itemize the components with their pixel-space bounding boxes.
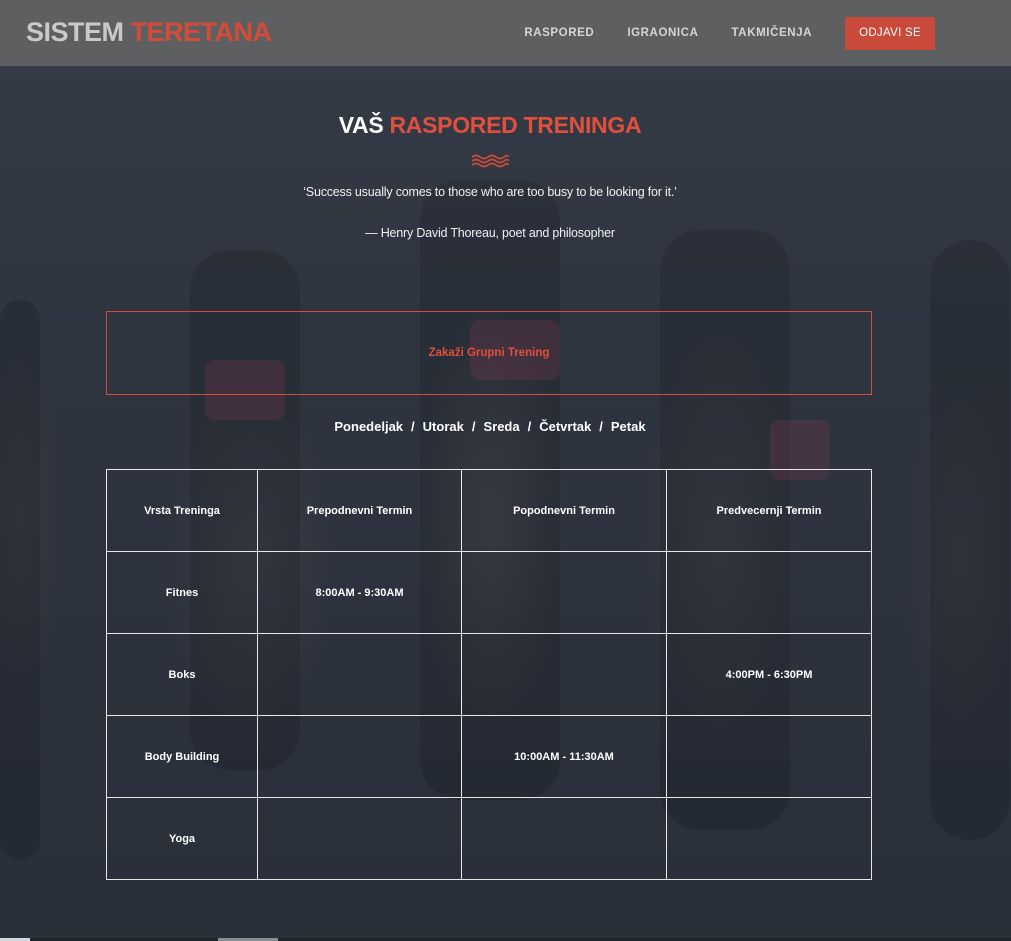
top-navbar: SISTEM TERETANA RASPORED IGRAONICA TAKMI… [0, 0, 1011, 66]
logo-text-primary: SISTEM [26, 17, 124, 47]
table-cell-time [461, 633, 667, 716]
table-cell-time [257, 797, 462, 880]
column-header-training-type: Vrsta Treninga [106, 469, 258, 552]
wave-divider-icon [471, 154, 509, 168]
quote-text: ‘Success usually comes to those who are … [303, 185, 677, 199]
nav-takmicenja[interactable]: TAKMIČENJA [732, 27, 813, 39]
title-white: VAŠ [338, 112, 384, 138]
table-cell-time [461, 551, 667, 634]
main-nav: RASPORED IGRAONICA TAKMIČENJA ODJAVI SE [524, 0, 935, 66]
table-cell-training-type: Fitnes [106, 551, 258, 634]
table-cell-time [257, 633, 462, 716]
table-cell-time: 4:00PM - 6:30PM [666, 633, 872, 716]
table-cell-time [257, 715, 462, 798]
logout-button[interactable]: ODJAVI SE [845, 16, 935, 50]
page-title: VAŠ RASPORED TRENINGA [0, 110, 980, 140]
column-header-morning: Prepodnevni Termin [257, 469, 462, 552]
schedule-table: Vrsta Treninga Prepodnevni Termin Popodn… [106, 469, 872, 880]
day-separator: / [527, 419, 532, 434]
table-cell-training-type: Boks [106, 633, 258, 716]
table-header-row: Vrsta Treninga Prepodnevni Termin Popodn… [106, 469, 872, 552]
day-selector: Ponedeljak / Utorak / Sreda / Četvrtak / Petak [0, 419, 980, 434]
logo-text-accent: TERETANA [130, 17, 273, 47]
quote-author: — Henry David Thoreau, poet and philosop… [365, 226, 615, 240]
nav-igraonica[interactable]: IGRAONICA [627, 27, 698, 39]
column-header-evening: Predvecernji Termin [666, 469, 872, 552]
table-row: Fitnes 8:00AM - 9:30AM [106, 551, 872, 634]
table-cell-time [666, 797, 872, 880]
site-logo[interactable]: SISTEM TERETANA [26, 15, 272, 49]
table-cell-time [461, 797, 667, 880]
table-cell-training-type: Body Building [106, 715, 258, 798]
day-separator: / [471, 419, 476, 434]
table-cell-time [666, 551, 872, 634]
book-group-training-button[interactable]: Zakaži Grupni Trening [106, 311, 872, 395]
table-cell-training-type: Yoga [106, 797, 258, 880]
day-utorak[interactable]: Utorak [423, 419, 464, 434]
table-cell-time [666, 715, 872, 798]
bg-figure [930, 240, 1010, 840]
book-group-training-label: Zakaži Grupni Trening [428, 347, 550, 359]
day-cetvrtak[interactable]: Četvrtak [539, 419, 591, 434]
table-row: Boks 4:00PM - 6:30PM [106, 633, 872, 716]
day-petak[interactable]: Petak [611, 419, 646, 434]
day-ponedeljak[interactable]: Ponedeljak [334, 419, 403, 434]
table-cell-time: 8:00AM - 9:30AM [257, 551, 462, 634]
bg-figure [0, 300, 40, 860]
table-row: Yoga [106, 797, 872, 880]
day-sreda[interactable]: Sreda [483, 419, 519, 434]
title-red: RASPORED TRENINGA [389, 112, 642, 138]
table-row: Body Building 10:00AM - 11:30AM [106, 715, 872, 798]
table-cell-time: 10:00AM - 11:30AM [461, 715, 667, 798]
day-separator: / [411, 419, 415, 434]
column-header-afternoon: Popodnevni Termin [461, 469, 667, 552]
nav-raspored[interactable]: RASPORED [524, 27, 594, 39]
day-separator: / [599, 419, 603, 434]
